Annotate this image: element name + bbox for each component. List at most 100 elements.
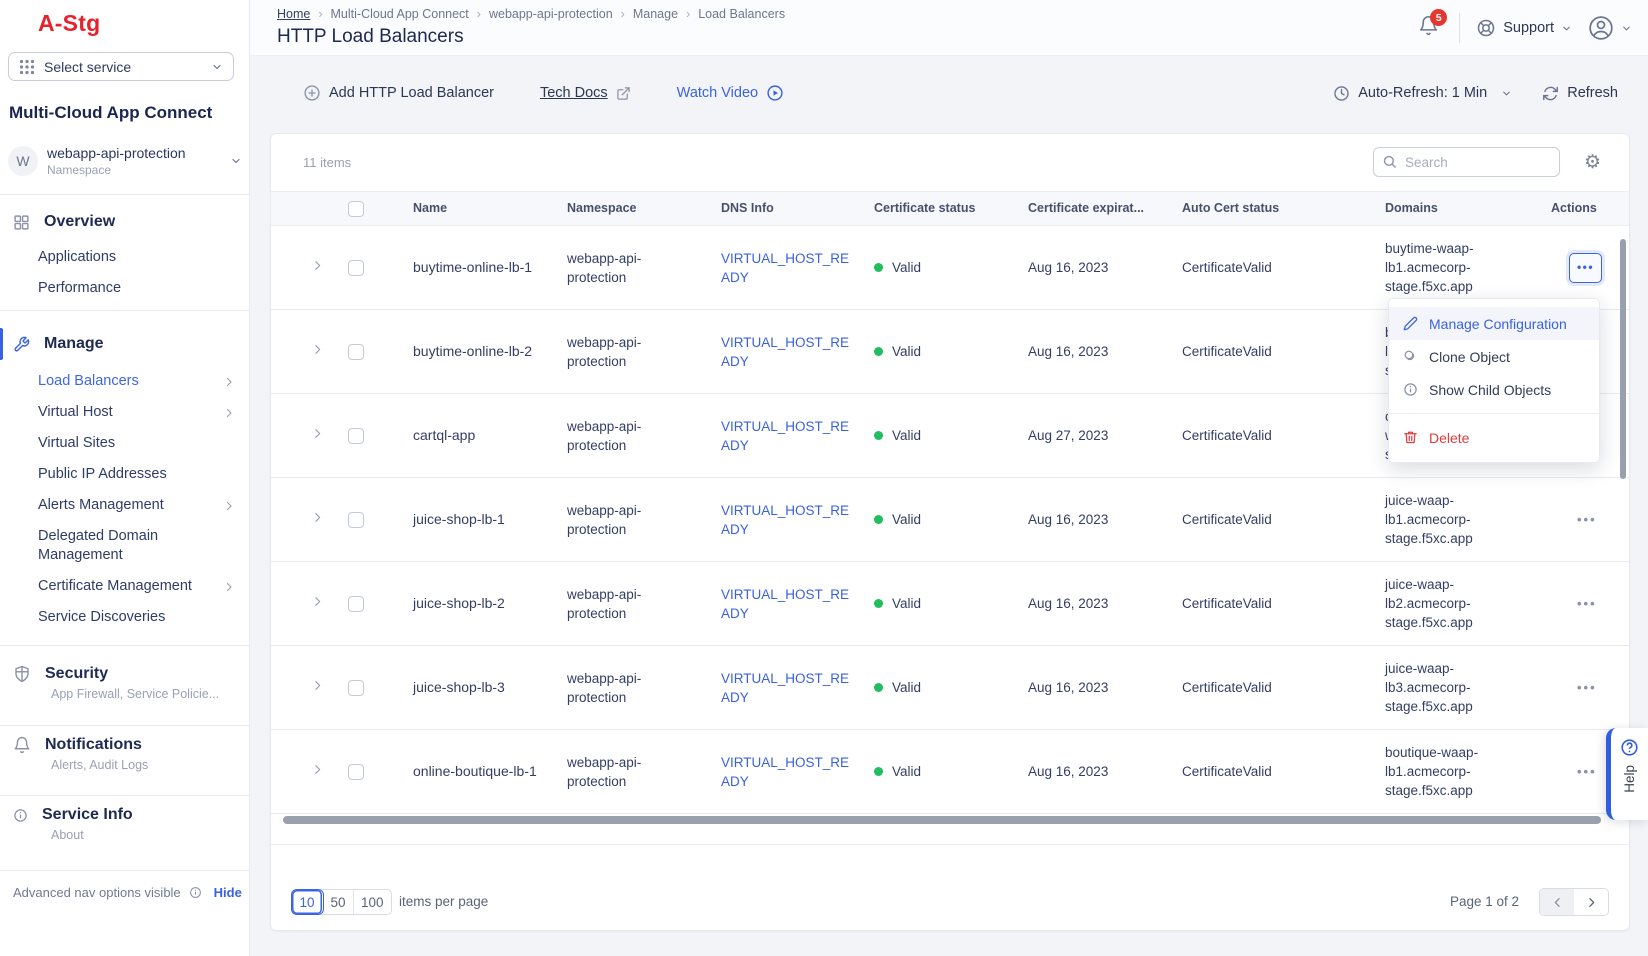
items-count: 11 items xyxy=(303,155,351,170)
menu-item-delete[interactable]: Delete xyxy=(1389,421,1599,454)
sidebar-section-security[interactable]: SecurityApp Firewall, Service Policie... xyxy=(0,655,249,701)
sidebar-item-virtual-sites[interactable]: Virtual Sites xyxy=(0,428,249,459)
info-icon[interactable] xyxy=(189,886,202,899)
sidebar-section-notifications[interactable]: NotificationsAlerts, Audit Logs xyxy=(0,725,249,772)
actions-cell: ••• xyxy=(1551,510,1631,529)
breadcrumb-item[interactable]: webapp-api-protection xyxy=(489,7,613,21)
plus-circle-icon xyxy=(303,84,321,102)
lb-domains: juice-waap-lb3.acmecorp-stage.f5xc.app xyxy=(1385,659,1551,716)
refresh-button[interactable]: Refresh xyxy=(1542,85,1618,102)
shield-icon xyxy=(13,665,31,683)
sidebar-item-alerts-management[interactable]: Alerts Management xyxy=(0,490,249,521)
product-title: Multi-Cloud App Connect xyxy=(9,103,212,123)
breadcrumb-item[interactable]: Manage xyxy=(633,7,678,21)
page-size-50[interactable]: 50 xyxy=(323,890,354,914)
support-menu-button[interactable]: Support xyxy=(1476,18,1572,38)
page-size-100[interactable]: 100 xyxy=(354,890,391,914)
account-menu-button[interactable] xyxy=(1588,15,1632,41)
sidebar-item-service-discoveries[interactable]: Service Discoveries xyxy=(0,602,249,633)
status-text: Valid xyxy=(892,678,921,697)
next-page-button[interactable] xyxy=(1574,889,1608,915)
search-input[interactable] xyxy=(1373,147,1560,177)
row-checkbox[interactable] xyxy=(348,512,364,528)
column-header-certificate-status: Certificate status xyxy=(874,199,1028,218)
sidebar-section-service-info[interactable]: Service InfoAbout xyxy=(0,795,249,842)
row-checkbox[interactable] xyxy=(348,680,364,696)
row-actions-button[interactable]: ••• xyxy=(1577,510,1617,529)
namespace-selector[interactable]: W webapp-api-protection Namespace xyxy=(8,142,242,180)
chevron-right-icon xyxy=(311,679,324,692)
sidebar-item-certificate-management[interactable]: Certificate Management xyxy=(0,571,249,602)
row-checkbox[interactable] xyxy=(348,260,364,276)
namespace-text: webapp-api-protection xyxy=(567,333,667,371)
lb-name: buytime-online-lb-2 xyxy=(413,342,563,361)
help-tab[interactable]: Help xyxy=(1606,728,1648,820)
prev-page-button[interactable] xyxy=(1540,889,1574,915)
dns-info-link[interactable]: VIRTUAL_HOST_READY xyxy=(721,333,874,371)
domains-text: buytime-waap-lb1.acmecorp-stage.f5xc.app xyxy=(1385,239,1499,296)
row-expand-chevron[interactable] xyxy=(271,426,343,445)
select-service-dropdown[interactable]: Select service xyxy=(8,52,234,81)
row-checkbox[interactable] xyxy=(348,344,364,360)
row-actions-button[interactable]: ••• xyxy=(1577,678,1617,697)
menu-item-clone-object[interactable]: Clone Object xyxy=(1389,340,1599,373)
menu-item-label: Show Child Objects xyxy=(1429,382,1551,398)
watch-video-link[interactable]: Watch Video xyxy=(677,84,784,102)
chevron-down-icon xyxy=(1621,23,1632,34)
select-all-checkbox[interactable] xyxy=(348,201,364,217)
sidebar-section-overview[interactable]: Overview xyxy=(0,206,249,238)
row-checkbox[interactable] xyxy=(348,764,364,780)
menu-item-show-child-objects[interactable]: Show Child Objects xyxy=(1389,373,1599,406)
dns-info-link[interactable]: VIRTUAL_HOST_READY xyxy=(721,417,874,455)
sidebar-item-virtual-host[interactable]: Virtual Host xyxy=(0,397,249,428)
sidebar-item-performance[interactable]: Performance xyxy=(0,273,249,304)
row-actions-button[interactable]: ••• xyxy=(1577,594,1617,613)
row-expand-chevron[interactable] xyxy=(271,678,343,697)
support-label: Support xyxy=(1503,20,1554,36)
lb-namespace: webapp-api-protection xyxy=(567,669,721,707)
row-actions-button[interactable]: ••• xyxy=(1569,253,1602,283)
table-settings-gear-icon[interactable]: ⚙ xyxy=(1584,153,1601,172)
row-checkbox[interactable] xyxy=(348,428,364,444)
dns-info-link[interactable]: VIRTUAL_HOST_READY xyxy=(721,249,874,287)
row-checkbox[interactable] xyxy=(348,596,364,612)
external-link-icon xyxy=(616,86,631,101)
sidebar: A-Stg Select service Multi-Cloud App Con… xyxy=(0,0,250,956)
lb-name: buytime-online-lb-1 xyxy=(413,258,563,277)
row-expand-chevron[interactable] xyxy=(271,762,343,781)
status-text: Valid xyxy=(892,762,921,781)
add-http-load-balancer-button[interactable]: Add HTTP Load Balancer xyxy=(303,84,494,102)
vertical-scrollbar[interactable] xyxy=(1620,239,1626,479)
sidebar-item-load-balancers[interactable]: Load Balancers xyxy=(0,366,249,397)
dns-info-link[interactable]: VIRTUAL_HOST_READY xyxy=(721,669,874,707)
breadcrumb-item[interactable]: Load Balancers xyxy=(698,7,785,21)
menu-item-label: Manage Configuration xyxy=(1429,316,1567,332)
notifications-bell-button[interactable]: 5 xyxy=(1418,15,1443,41)
dns-info-link[interactable]: VIRTUAL_HOST_READY xyxy=(721,501,874,539)
sidebar-item-applications[interactable]: Applications xyxy=(0,242,249,273)
auto-refresh-dropdown[interactable]: Auto-Refresh: 1 Min xyxy=(1333,85,1512,102)
sidebar-section-manage[interactable]: Manage xyxy=(0,328,249,360)
dns-info-link[interactable]: VIRTUAL_HOST_READY xyxy=(721,585,874,623)
divider xyxy=(0,310,249,311)
horizontal-scrollbar[interactable] xyxy=(283,816,1601,824)
row-expand-chevron[interactable] xyxy=(271,510,343,529)
sidebar-item-delegated-domain-management[interactable]: Delegated Domain Management xyxy=(0,521,249,571)
chevron-right-icon xyxy=(1585,896,1598,909)
overview-grid-icon xyxy=(13,214,30,231)
page-size-10[interactable]: 10 xyxy=(292,890,323,914)
row-expand-chevron[interactable] xyxy=(271,594,343,613)
row-expand-chevron[interactable] xyxy=(271,258,343,277)
row-checkbox-cell xyxy=(343,596,413,612)
sidebar-item-public-ip-addresses[interactable]: Public IP Addresses xyxy=(0,459,249,490)
domains-text: juice-waap-lb3.acmecorp-stage.f5xc.app xyxy=(1385,659,1499,716)
breadcrumb-item[interactable]: Multi-Cloud App Connect xyxy=(331,7,469,21)
tech-docs-link[interactable]: Tech Docs xyxy=(540,85,631,101)
pencil-icon xyxy=(1403,316,1418,331)
hide-advanced-nav-link[interactable]: Hide xyxy=(214,885,242,900)
breadcrumb-item[interactable]: Home xyxy=(277,7,310,21)
chevron-right-icon xyxy=(311,511,324,524)
menu-item-manage-configuration[interactable]: Manage Configuration xyxy=(1389,307,1599,340)
dns-info-link[interactable]: VIRTUAL_HOST_READY xyxy=(721,753,874,791)
row-expand-chevron[interactable] xyxy=(271,342,343,361)
